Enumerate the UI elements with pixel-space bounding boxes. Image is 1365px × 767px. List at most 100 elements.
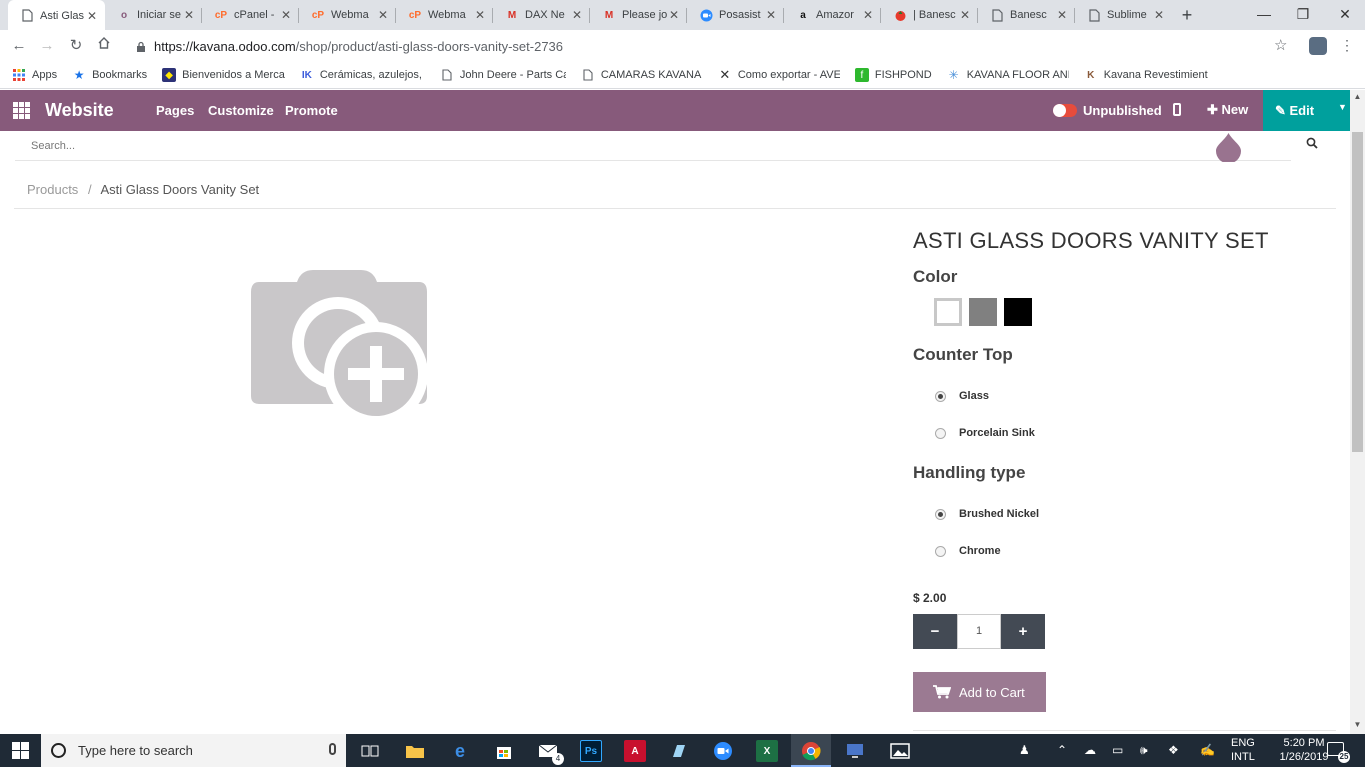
tab-please-join[interactable]: M Please jo ✕ <box>590 0 687 30</box>
bookmark-fishpond[interactable]: f FISHPOND <box>854 68 932 82</box>
search-icon[interactable] <box>1306 137 1320 151</box>
bookmark-apps[interactable]: Apps <box>12 68 57 82</box>
radio-selected[interactable] <box>935 390 946 402</box>
bookmark-star-icon[interactable]: ☆ <box>1274 36 1287 54</box>
tab-close-icon[interactable]: ✕ <box>279 8 293 22</box>
tab-iniciar[interactable]: o Iniciar se ✕ <box>105 0 202 30</box>
people-icon[interactable]: ♟ <box>1019 743 1030 757</box>
photoshop-icon[interactable]: Ps <box>580 740 602 762</box>
restore-button[interactable]: ❐ <box>1288 4 1318 24</box>
color-swatch-black[interactable] <box>1004 298 1032 326</box>
language-indicator[interactable]: ENG INTL <box>1231 736 1255 764</box>
tab-posasist[interactable]: Posasist ✕ <box>687 0 784 30</box>
tab-close-icon[interactable]: ✕ <box>861 8 875 22</box>
edit-button[interactable]: ✎ Edit ▼ <box>1263 90 1350 131</box>
remote-desktop-icon[interactable] <box>845 740 867 762</box>
product-image-placeholder-icon[interactable] <box>249 268 429 426</box>
excel-icon[interactable]: X <box>756 740 778 762</box>
volume-icon[interactable]: 🕪 <box>1140 743 1148 758</box>
back-button[interactable]: ← <box>9 36 29 56</box>
task-view-icon[interactable] <box>359 740 381 762</box>
file-explorer-icon[interactable] <box>404 740 426 762</box>
taskbar-search[interactable]: Type here to search <box>41 734 346 767</box>
windows-start-icon[interactable] <box>12 742 29 759</box>
quantity-input[interactable]: 1 <box>957 614 1001 649</box>
tab-dax[interactable]: M DAX Ne ✕ <box>493 0 590 30</box>
acrobat-icon[interactable]: A <box>624 740 646 762</box>
tab-banesco-1[interactable]: | Banesc ✕ <box>881 0 978 30</box>
bookmark-camaras[interactable]: CAMARAS KAVANA F <box>581 68 703 82</box>
nav-pages[interactable]: Pages <box>156 103 194 118</box>
scroll-down-icon[interactable]: ▼ <box>1350 720 1365 729</box>
onedrive-icon[interactable]: ☁ <box>1084 743 1096 757</box>
home-button[interactable] <box>94 36 114 56</box>
caret-down-icon[interactable]: ▼ <box>1338 102 1347 112</box>
tab-close-icon[interactable]: ✕ <box>764 8 778 22</box>
tab-close-icon[interactable]: ✕ <box>667 8 681 22</box>
microphone-icon[interactable] <box>329 743 336 755</box>
option-glass[interactable]: Glass <box>935 390 989 402</box>
tab-close-icon[interactable]: ✕ <box>473 8 487 22</box>
quantity-decrease-button[interactable]: − <box>913 614 957 649</box>
chrome-icon[interactable] <box>800 740 822 762</box>
address-bar[interactable]: https://kavana.odoo.com/shop/product/ast… <box>128 34 1300 58</box>
store-icon[interactable] <box>493 740 515 762</box>
bookmark-como-exportar[interactable]: ✕ Como exportar - AVE <box>718 68 839 82</box>
breadcrumb-products-link[interactable]: Products <box>27 182 78 197</box>
option-brushed-nickel[interactable]: Brushed Nickel <box>935 508 1039 520</box>
forward-button[interactable]: → <box>37 36 57 56</box>
nav-customize[interactable]: Customize <box>208 103 274 118</box>
scroll-thumb[interactable] <box>1352 132 1363 452</box>
radio-selected[interactable] <box>935 508 946 520</box>
tray-chevron-icon[interactable]: ⌃ <box>1057 743 1067 757</box>
tab-close-icon[interactable]: ✕ <box>1055 8 1069 22</box>
radio-unselected[interactable] <box>935 545 946 557</box>
dropbox-icon[interactable]: ❖ <box>1168 743 1179 757</box>
bookmark-mercado[interactable]: ◆ Bienvenidos a Merca <box>162 68 285 82</box>
tab-webmail-1[interactable]: cP Webma ✕ <box>299 0 396 30</box>
tab-close-icon[interactable]: ✕ <box>182 8 196 22</box>
tab-banesco-2[interactable]: Banesc ✕ <box>978 0 1075 30</box>
minimize-button[interactable]: — <box>1249 4 1279 24</box>
scroll-up-icon[interactable]: ▲ <box>1350 92 1365 101</box>
option-chrome[interactable]: Chrome <box>935 545 1001 557</box>
clock[interactable]: 5:20 PM 1/26/2019 <box>1276 736 1332 764</box>
apps-menu-icon[interactable] <box>13 102 30 119</box>
publish-toggle[interactable] <box>1053 104 1077 117</box>
battery-icon[interactable]: ▭ <box>1112 743 1123 757</box>
bookmark-kavana-revest[interactable]: K Kavana Revestimient <box>1084 68 1208 82</box>
color-swatch-white[interactable] <box>934 298 962 326</box>
tab-close-icon[interactable]: ✕ <box>1152 8 1166 22</box>
tab-amazon[interactable]: a Amazor ✕ <box>784 0 881 30</box>
close-window-button[interactable]: ✕ <box>1330 4 1360 24</box>
bookmark-kavana-floor[interactable]: ✳ KAVANA FLOOR AND <box>947 68 1069 82</box>
tab-webmail-2[interactable]: cP Webma ✕ <box>396 0 493 30</box>
zoom-app-icon[interactable] <box>712 740 734 762</box>
reload-button[interactable]: ↻ <box>66 36 86 56</box>
add-to-cart-button[interactable]: Add to Cart <box>913 672 1046 712</box>
product-search-input[interactable] <box>15 131 1015 160</box>
tab-asti-glass[interactable]: Asti Glas ✕ <box>8 0 105 31</box>
nav-promote[interactable]: Promote <box>285 103 338 118</box>
pen-icon[interactable]: ✍ <box>1200 743 1215 757</box>
tab-close-icon[interactable]: ✕ <box>85 9 99 23</box>
new-content-button[interactable]: ✚ New <box>1207 102 1248 118</box>
tab-sublime[interactable]: Sublime ✕ <box>1075 0 1172 30</box>
editor-drop-handle-icon[interactable] <box>1215 132 1242 162</box>
tab-close-icon[interactable]: ✕ <box>570 8 584 22</box>
new-tab-button[interactable]: + <box>1177 5 1197 25</box>
extension-icon[interactable] <box>1309 37 1327 55</box>
notes-icon[interactable] <box>668 740 690 762</box>
bookmark-bookmarks[interactable]: ★ Bookmarks <box>72 68 147 82</box>
website-brand[interactable]: Website <box>45 100 114 121</box>
bookmark-ceramicas[interactable]: IK Cerámicas, azulejos, l <box>300 68 425 82</box>
tab-cpanel[interactable]: cP cPanel - ✕ <box>202 0 299 30</box>
bookmark-john-deere[interactable]: John Deere - Parts Ca <box>440 68 566 82</box>
color-swatch-grey[interactable] <box>969 298 997 326</box>
radio-unselected[interactable] <box>935 427 946 439</box>
mobile-preview-icon[interactable] <box>1173 103 1181 116</box>
page-scrollbar[interactable]: ▲ ▼ <box>1350 90 1365 734</box>
edge-icon[interactable]: e <box>449 740 471 762</box>
tab-close-icon[interactable]: ✕ <box>376 8 390 22</box>
menu-kebab-icon[interactable]: ⋮ <box>1340 37 1354 54</box>
